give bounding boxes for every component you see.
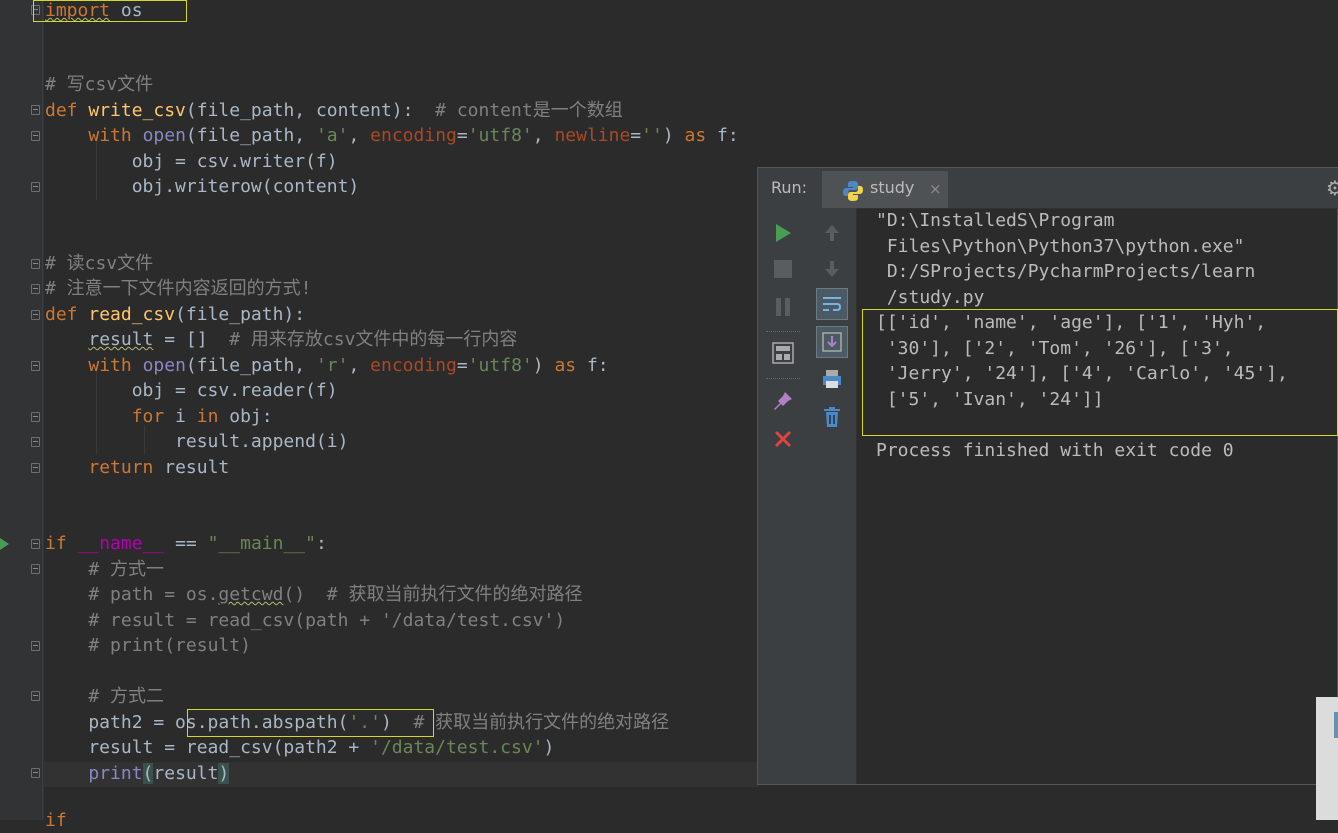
toolbar-separator [766, 331, 800, 332]
fold-marker[interactable] [31, 105, 40, 115]
code-line-obj-writer[interactable]: obj = csv.writer(f) [45, 149, 338, 174]
code-line-partial: if [45, 810, 67, 831]
code-line-comment-read[interactable]: # 读csv文件 [45, 251, 153, 276]
gutter-divider [42, 0, 43, 820]
code-line-comment-print[interactable]: # print(result) [45, 633, 251, 658]
code-line-def-write[interactable]: def write_csv(file_path, content): # con… [45, 98, 623, 123]
close-icon[interactable]: × [929, 180, 942, 198]
fold-marker[interactable] [31, 361, 40, 371]
highlight-box-abspath [187, 709, 434, 737]
toolbar-separator [766, 378, 800, 379]
run-label: Run: [771, 178, 808, 197]
highlight-box-import [33, 0, 187, 22]
code-line-result-init[interactable]: result = [] # 用来存放csv文件中的每一行内容 [45, 327, 517, 352]
run-gutter-icon[interactable] [0, 538, 9, 550]
soft-wrap-icon[interactable] [816, 288, 848, 320]
console-line: D:/SProjects/PycharmProjects/learn [876, 261, 1256, 282]
code-line-comment-write[interactable]: # 写csv文件 [45, 72, 153, 97]
scroll-to-end-icon[interactable] [816, 326, 848, 358]
play-icon[interactable] [770, 220, 796, 246]
pin-icon[interactable] [770, 388, 796, 414]
code-line-print[interactable]: print(result) [45, 761, 230, 786]
code-line-result-call[interactable]: result = read_csv(path2 + '/data/test.cs… [45, 735, 554, 760]
run-tool-window[interactable]: Run: study × ⚙ "D:\InstalledS\Program Fi… [757, 167, 1338, 785]
fold-marker[interactable] [31, 463, 40, 473]
fold-marker[interactable] [31, 437, 40, 447]
code-line-if-main[interactable]: if __name__ == "__main__": [45, 531, 327, 556]
fold-marker[interactable] [31, 182, 40, 192]
console-line: "D:\InstalledS\Program [876, 210, 1115, 231]
console-line: /study.py [876, 286, 985, 308]
code-line-def-read[interactable]: def read_csv(file_path): [45, 302, 305, 327]
code-line-comment-note[interactable]: # 注意一下文件内容返回的方式! [45, 276, 312, 301]
code-line-for-loop[interactable]: for i in obj: [45, 404, 273, 429]
code-line-with-open-r[interactable]: with open(file_path, 'r', encoding='utf8… [45, 353, 608, 378]
console-line: Process finished with exit code 0 [876, 439, 1234, 461]
code-line-append[interactable]: result.append(i) [45, 429, 348, 454]
stop-icon[interactable] [770, 256, 796, 282]
fold-marker[interactable] [31, 768, 40, 778]
fold-marker[interactable] [31, 412, 40, 422]
fold-marker[interactable] [31, 691, 40, 701]
code-line-comment-way1[interactable]: # 方式一 [45, 557, 164, 582]
trash-icon[interactable] [819, 404, 845, 430]
close-icon[interactable] [770, 426, 796, 452]
code-line-return[interactable]: return result [45, 455, 229, 480]
fold-marker[interactable] [31, 131, 40, 141]
run-tab-label: study [870, 178, 915, 197]
fold-marker[interactable] [31, 310, 40, 320]
code-line-with-open-a[interactable]: with open(file_path, 'a', encoding='utf8… [45, 123, 738, 148]
run-tab-study[interactable]: study × [822, 171, 948, 208]
fold-marker[interactable] [31, 641, 40, 651]
run-toolbar-primary [758, 208, 809, 784]
code-line-obj-reader[interactable]: obj = csv.reader(f) [45, 378, 338, 403]
code-line-obj-writerow[interactable]: obj.writerow(content) [45, 174, 360, 199]
fold-marker[interactable] [31, 259, 40, 269]
print-icon[interactable] [819, 366, 845, 392]
console-line: Files\Python\Python37\python.exe" [876, 235, 1245, 257]
arrow-up-icon[interactable] [819, 220, 845, 246]
code-line-comment-path[interactable]: # path = os.getcwd() # 获取当前执行文件的绝对路径 [45, 582, 582, 607]
code-line-comment-result[interactable]: # result = read_csv(path + '/data/test.c… [45, 608, 565, 633]
pause-icon[interactable] [770, 294, 796, 320]
gear-icon[interactable]: ⚙ [1326, 176, 1338, 200]
python-icon [843, 181, 863, 201]
arrow-down-icon[interactable] [819, 256, 845, 282]
fold-marker[interactable] [31, 284, 40, 294]
run-toolbar-secondary [808, 208, 857, 784]
fold-marker[interactable] [31, 564, 40, 574]
fold-marker[interactable] [31, 539, 40, 549]
run-header: Run: study × ⚙ [758, 168, 1338, 209]
highlight-box-output [862, 309, 1338, 436]
code-line-comment-way2[interactable]: # 方式二 [45, 684, 164, 709]
restore-layout-icon[interactable] [770, 340, 796, 366]
side-window-indicator [1334, 712, 1338, 738]
